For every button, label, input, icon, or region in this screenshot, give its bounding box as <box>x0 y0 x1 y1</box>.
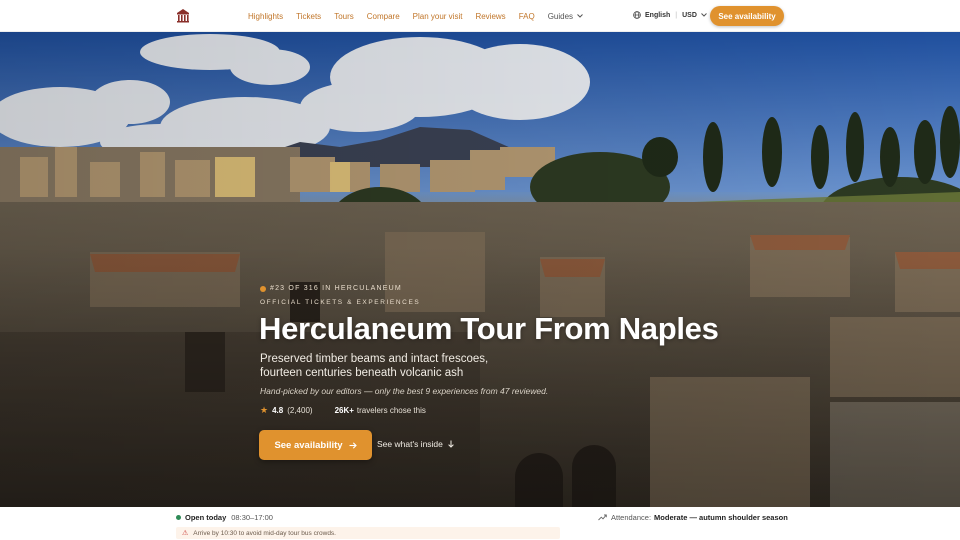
crowd-alert: ⚠ Arrive by 10:30 to avoid mid-day tour … <box>176 527 560 539</box>
chevron-down-icon <box>577 14 583 18</box>
attendance-indicator: Attendance: Moderate — autumn shoulder s… <box>598 513 788 522</box>
open-label: Open today <box>185 513 227 522</box>
currency-label: USD <box>682 11 697 19</box>
hero-stats: ★ 4.8 (2,400) 26K+ travelers chose this <box>260 405 426 416</box>
visit-status-bar: Open today 08:30–17:00 Attendance: Moder… <box>0 507 960 540</box>
globe-icon <box>633 11 641 19</box>
see-whats-inside-link[interactable]: See what's inside <box>377 439 454 449</box>
review-count[interactable]: (2,400) <box>287 406 312 415</box>
hero-overlay <box>0 32 960 507</box>
nav-guides-label: Guides <box>547 11 574 21</box>
travelers-count: 26K+ <box>334 406 354 415</box>
language-label: English <box>645 11 671 19</box>
trend-icon <box>598 514 607 521</box>
arrow-right-icon <box>349 441 357 449</box>
top-nav: Highlights Tickets Tours Compare Plan yo… <box>0 0 960 32</box>
warning-icon: ⚠ <box>182 530 189 537</box>
nav-guides-dropdown[interactable]: Guides <box>548 12 583 21</box>
nav-link-compare[interactable]: Compare <box>367 12 400 21</box>
nav-link-faq[interactable]: FAQ <box>519 12 535 21</box>
hero-subtitle-line-2: fourteen centuries beneath volcanic ash <box>260 367 464 379</box>
crowd-alert-text: Arrive by 10:30 to avoid mid-day tour bu… <box>193 529 336 537</box>
hero-subtitle: Preserved timber beams and intact fresco… <box>260 352 580 380</box>
star-icon: ★ <box>260 405 269 415</box>
attendance-value: Moderate — autumn shoulder season <box>654 513 788 522</box>
open-status-dot <box>176 515 181 520</box>
hero-subtitle-line-1: Preserved timber beams and intact fresco… <box>260 353 489 365</box>
chevron-down-icon <box>701 13 707 17</box>
logo-icon[interactable] <box>176 8 190 23</box>
open-hours: 08:30–17:00 <box>231 513 273 522</box>
rank-dot-icon <box>260 285 266 292</box>
rank-badge: #23 OF 316 IN HERCULANEUM <box>260 285 402 292</box>
rank-text: #23 OF 316 IN HERCULANEUM <box>270 285 402 292</box>
hero-section: #23 OF 316 IN HERCULANEUM OFFICIAL TICKE… <box>0 32 960 507</box>
page-title: Herculaneum Tour From Naples <box>259 311 719 346</box>
nav-see-availability-button[interactable]: See availability <box>710 6 784 26</box>
locale-divider: | <box>675 11 678 19</box>
arrow-down-icon <box>448 440 454 448</box>
nav-link-highlights[interactable]: Highlights <box>248 12 283 21</box>
opening-hours: Open today 08:30–17:00 <box>176 513 273 522</box>
rating-value: 4.8 <box>272 406 284 415</box>
hero-see-availability-button[interactable]: See availability <box>259 430 372 460</box>
nav-link-tours[interactable]: Tours <box>334 12 354 21</box>
hero-kicker: OFFICIAL TICKETS & EXPERIENCES <box>260 299 421 306</box>
see-whats-inside-label: See what's inside <box>377 439 443 449</box>
nav-link-plan-your-visit[interactable]: Plan your visit <box>413 12 463 21</box>
nav-links: Highlights Tickets Tours Compare Plan yo… <box>248 0 596 32</box>
nav-link-tickets[interactable]: Tickets <box>296 12 321 21</box>
nav-link-reviews[interactable]: Reviews <box>475 12 505 21</box>
travelers-label: travelers chose this <box>356 406 426 415</box>
editor-note: Hand-picked by our editors — only the be… <box>260 386 549 396</box>
locale-selector[interactable]: English | USD <box>633 11 707 19</box>
currency-selector[interactable]: USD <box>682 12 707 19</box>
hero-cta-label: See availability <box>274 439 343 451</box>
attendance-label: Attendance: <box>611 513 652 522</box>
